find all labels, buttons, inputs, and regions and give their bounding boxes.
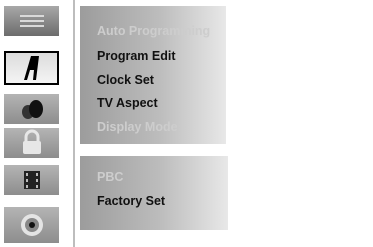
- sidebar-item-recording[interactable]: [4, 165, 59, 195]
- menu-item-auto-programming: Auto Programming: [97, 24, 211, 38]
- menu-item-pbc: PBC: [97, 170, 124, 184]
- language-icon: [6, 53, 57, 83]
- sidebar-item-lock[interactable]: [4, 128, 59, 158]
- menu-item-program-edit[interactable]: Program Edit: [97, 49, 176, 63]
- sidebar-divider: [73, 0, 75, 247]
- menu-item-display-mode: Display Mode: [97, 120, 178, 134]
- sidebar-item-audio[interactable]: [4, 94, 59, 124]
- sidebar: [0, 0, 80, 247]
- disc-icon: [4, 207, 59, 243]
- menu-item-clock-set[interactable]: Clock Set: [97, 73, 154, 87]
- menu-item-tv-aspect[interactable]: TV Aspect: [97, 96, 158, 110]
- recording-icon: [4, 165, 59, 195]
- general-menu-icon: [4, 6, 59, 36]
- sidebar-item-language[interactable]: [4, 51, 59, 85]
- lock-icon: [4, 128, 59, 158]
- sidebar-item-disc[interactable]: [4, 207, 59, 243]
- audio-icon: [4, 94, 59, 124]
- menu-group-reset: [80, 156, 228, 230]
- sidebar-item-general[interactable]: [4, 6, 59, 36]
- menu-item-factory-set[interactable]: Factory Set: [97, 194, 165, 208]
